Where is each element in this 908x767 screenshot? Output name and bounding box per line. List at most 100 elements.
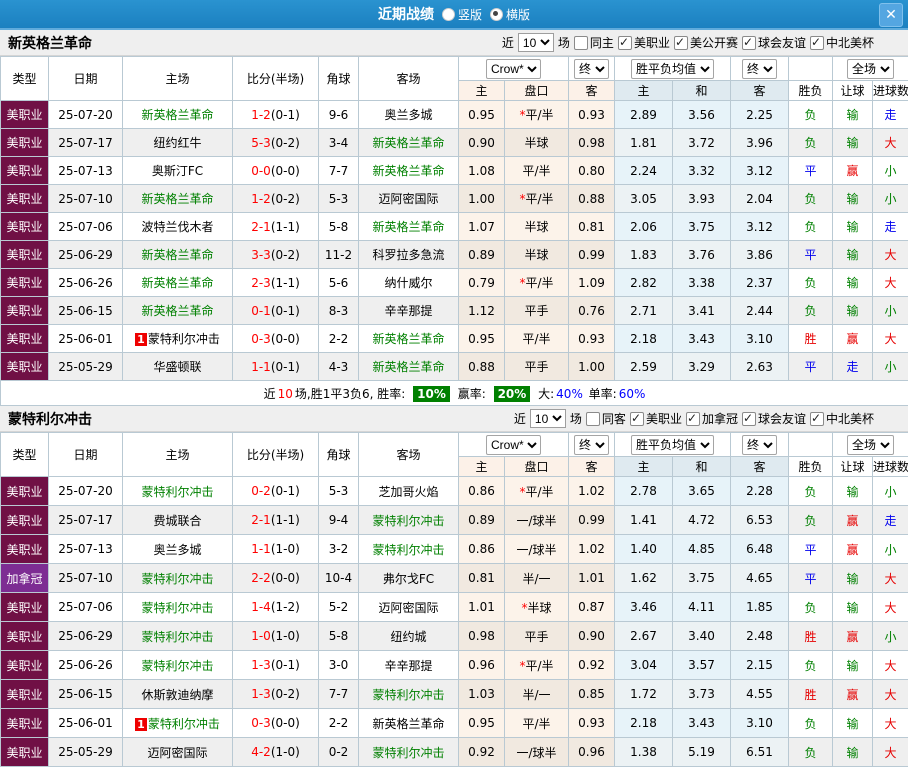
league-filter-3[interactable]: 球会友谊 — [742, 410, 806, 427]
league-label: 球会友谊 — [758, 34, 806, 51]
cell-mean-home: 1.41 — [615, 506, 673, 535]
final-odds-select[interactable]: 终 — [574, 435, 609, 455]
cell-date: 25-07-10 — [49, 185, 123, 213]
cell-mean-draw: 3.43 — [673, 709, 731, 738]
cell-handicap: 平手 — [505, 622, 569, 651]
checkbox-checked-icon[interactable] — [630, 412, 644, 426]
league-filter-1[interactable]: 美职业 — [618, 34, 670, 51]
cell-mean-home: 2.67 — [615, 622, 673, 651]
mean-select-cell: 胜平负均值 — [615, 57, 731, 81]
checkbox-checked-icon[interactable] — [674, 36, 688, 50]
cell-away-team: 新英格兰革命 — [359, 709, 459, 738]
close-button[interactable]: ✕ — [879, 3, 903, 27]
cell-league-type: 美职业 — [1, 738, 49, 767]
final-odds-select[interactable]: 终 — [574, 59, 609, 79]
cell-result-wdl: 负 — [789, 506, 833, 535]
layout-vertical-option[interactable]: 竖版 — [442, 6, 482, 23]
checkbox-checked-icon[interactable] — [742, 36, 756, 50]
col-mean-draw: 和 — [673, 81, 731, 101]
league-filter-1[interactable]: 美职业 — [630, 410, 682, 427]
cell-away-team: 蒙特利尔冲击 — [359, 738, 459, 767]
cell-result-wdl: 胜 — [789, 325, 833, 353]
ying-rate-badge: 20% — [494, 386, 531, 402]
cell-handicap: 半/一 — [505, 680, 569, 709]
cell-odds-home: 1.08 — [459, 157, 505, 185]
cell-home-team: 新英格兰革命 — [123, 185, 233, 213]
match-count-select[interactable]: 10 — [518, 33, 554, 52]
cell-mean-home: 2.59 — [615, 353, 673, 381]
scope-select-cell: 全场 — [833, 57, 908, 81]
near-label: 近 — [514, 410, 526, 427]
mean-odds-select[interactable]: 胜平负均值 — [631, 59, 714, 79]
same-venue-filter[interactable]: 同客 — [586, 410, 626, 427]
cell-odds-away: 0.88 — [569, 185, 615, 213]
cell-date: 25-07-17 — [49, 506, 123, 535]
checkbox-unchecked-icon[interactable] — [574, 36, 588, 50]
cell-result-goals: 小 — [873, 353, 908, 381]
checkbox-checked-icon[interactable] — [742, 412, 756, 426]
company-select[interactable]: Crow* — [486, 59, 541, 79]
cell-result-goals: 小 — [873, 535, 908, 564]
league-filter-2[interactable]: 加拿冠 — [686, 410, 738, 427]
league-filter-3[interactable]: 球会友谊 — [742, 34, 806, 51]
radio-unchecked-icon[interactable] — [442, 8, 455, 21]
cell-mean-draw: 3.41 — [673, 297, 731, 325]
cell-odds-home: 1.12 — [459, 297, 505, 325]
match-row: 美职业25-07-13奥兰多城1-1(1-0)3-2蒙特利尔冲击0.86一/球半… — [1, 535, 908, 564]
radio-checked-icon[interactable] — [490, 8, 503, 21]
cell-league-type: 美职业 — [1, 709, 49, 738]
checkbox-unchecked-icon[interactable] — [586, 412, 600, 426]
cell-score: 1-1(1-0) — [233, 535, 319, 564]
cell-away-team: 新英格兰革命 — [359, 157, 459, 185]
red-card-badge: 1 — [135, 718, 147, 731]
cell-result-wdl: 负 — [789, 738, 833, 767]
col-result-handicap: 让球 — [833, 81, 873, 101]
cell-odds-away: 0.92 — [569, 651, 615, 680]
cell-away-team: 新英格兰革命 — [359, 129, 459, 157]
checkbox-checked-icon[interactable] — [810, 36, 824, 50]
initial-odds-star: * — [519, 276, 525, 290]
league-filter-4[interactable]: 中北美杯 — [810, 410, 874, 427]
checkbox-checked-icon[interactable] — [618, 36, 632, 50]
cell-corners: 4-3 — [319, 353, 359, 381]
cell-mean-draw: 3.73 — [673, 680, 731, 709]
match-count-select[interactable]: 10 — [530, 409, 566, 428]
cell-handicap: 一/球半 — [505, 535, 569, 564]
scope-select[interactable]: 全场 — [847, 59, 894, 79]
match-row: 美职业25-06-26蒙特利尔冲击1-3(0-1)3-0辛辛那提0.96*平/半… — [1, 651, 908, 680]
cell-away-team: 芝加哥火焰 — [359, 477, 459, 506]
league-filter-2[interactable]: 美公开赛 — [674, 34, 738, 51]
cell-odds-home: 0.95 — [459, 709, 505, 738]
cell-league-type: 美职业 — [1, 325, 49, 353]
cell-odds-away: 0.96 — [569, 738, 615, 767]
match-row: 美职业25-06-29蒙特利尔冲击1-0(1-0)5-8纽约城0.98平手0.9… — [1, 622, 908, 651]
cell-result-goals: 小 — [873, 297, 908, 325]
match-row: 美职业25-06-15休斯敦迪纳摩1-3(0-2)7-7蒙特利尔冲击1.03半/… — [1, 680, 908, 709]
cell-odds-away: 1.01 — [569, 564, 615, 593]
final-mean-select[interactable]: 终 — [742, 435, 777, 455]
final-mean-select[interactable]: 终 — [742, 59, 777, 79]
mean-odds-select[interactable]: 胜平负均值 — [631, 435, 714, 455]
company-select[interactable]: Crow* — [486, 435, 541, 455]
league-filter-4[interactable]: 中北美杯 — [810, 34, 874, 51]
cell-league-type: 美职业 — [1, 213, 49, 241]
cell-mean-draw: 3.76 — [673, 241, 731, 269]
cell-result-handicap: 输 — [833, 593, 873, 622]
match-row: 美职业25-07-20新英格兰革命1-2(0-1)9-6奥兰多城0.95*平/半… — [1, 101, 908, 129]
same-venue-filter[interactable]: 同主 — [574, 34, 614, 51]
col-type: 类型 — [1, 433, 49, 477]
cell-result-handicap: 赢 — [833, 506, 873, 535]
col-result-goals: 进球数 — [873, 81, 908, 101]
col-corner: 角球 — [319, 57, 359, 101]
cell-mean-draw: 4.85 — [673, 535, 731, 564]
cell-score: 0-1(0-1) — [233, 297, 319, 325]
cell-league-type: 美职业 — [1, 269, 49, 297]
cell-odds-away: 0.80 — [569, 157, 615, 185]
cell-result-goals: 大 — [873, 129, 908, 157]
checkbox-checked-icon[interactable] — [810, 412, 824, 426]
cell-date: 25-05-29 — [49, 738, 123, 767]
cell-result-handicap: 输 — [833, 213, 873, 241]
scope-select[interactable]: 全场 — [847, 435, 894, 455]
checkbox-checked-icon[interactable] — [686, 412, 700, 426]
layout-horizontal-option[interactable]: 横版 — [490, 6, 530, 23]
